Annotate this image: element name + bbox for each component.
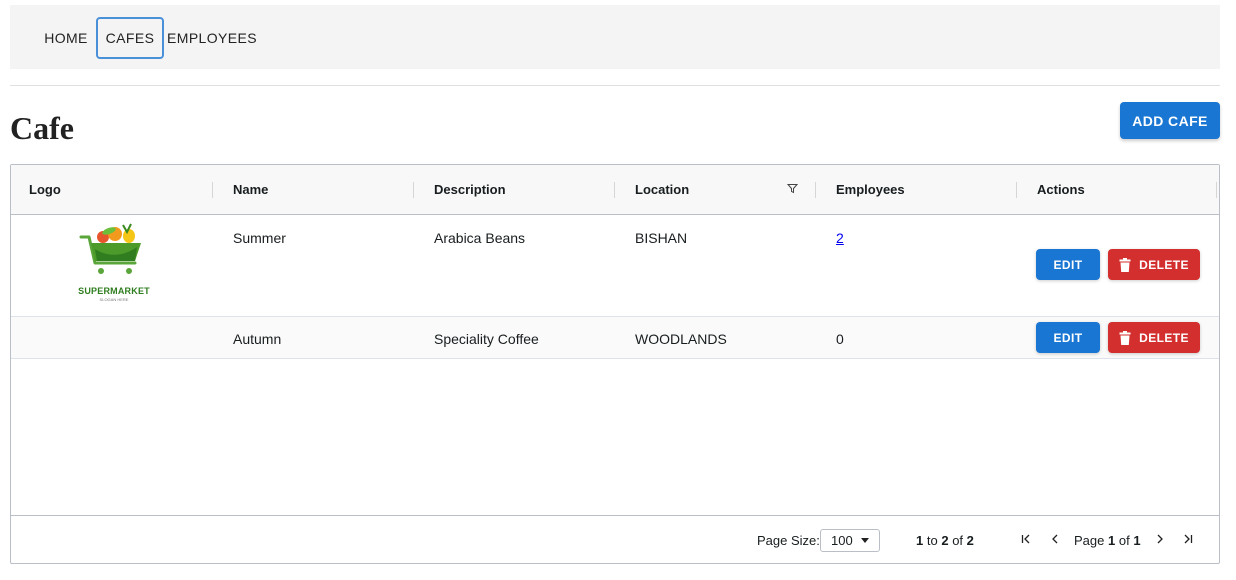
- delete-label: DELETE: [1139, 330, 1189, 345]
- column-header-location[interactable]: Location: [635, 165, 689, 214]
- chevron-down-icon: [861, 538, 869, 543]
- nav-employees-button[interactable]: EMPLOYEES: [166, 17, 258, 59]
- cell-employees: 0: [836, 331, 844, 347]
- page-title: Cafe: [10, 110, 74, 146]
- cafe-logo: SUPERMARKET SLOGAN HERE: [78, 223, 150, 303]
- grid-header: Logo Name Description Location Employees…: [11, 165, 1219, 215]
- edit-button[interactable]: EDIT: [1036, 249, 1100, 280]
- cell-description: Arabica Beans: [434, 230, 526, 246]
- navbar: HOME CAFES EMPLOYEES: [10, 5, 1220, 69]
- column-resize-handle[interactable]: [614, 182, 615, 198]
- cell-description: Speciality Coffee: [434, 331, 539, 347]
- shopping-cart-icon: [79, 223, 141, 274]
- last-page-icon[interactable]: [1180, 531, 1196, 547]
- employees-link[interactable]: 2: [836, 230, 844, 246]
- previous-page-icon[interactable]: [1047, 531, 1063, 547]
- trash-icon: [1119, 330, 1131, 345]
- first-page-icon[interactable]: [1018, 531, 1034, 547]
- page-size-value: 100: [831, 533, 853, 548]
- cell-location: WOODLANDS: [635, 331, 727, 347]
- logo-text: SUPERMARKET: [78, 286, 150, 296]
- column-resize-handle[interactable]: [413, 182, 414, 198]
- cafe-grid: Logo Name Description Location Employees…: [10, 164, 1220, 564]
- edit-button[interactable]: EDIT: [1036, 322, 1100, 353]
- table-row[interactable]: Autumn Speciality Coffee WOODLANDS 0 EDI…: [11, 317, 1219, 359]
- page-size-select[interactable]: 100: [820, 529, 880, 552]
- delete-label: DELETE: [1139, 257, 1189, 272]
- nav-cafes-button[interactable]: CAFES: [96, 17, 164, 59]
- logo-slogan: SLOGAN HERE: [99, 297, 129, 302]
- row-summary: 1 to 2 of 2: [916, 533, 974, 548]
- page-size-label: Page Size:: [757, 533, 820, 548]
- column-header-logo[interactable]: Logo: [29, 165, 61, 214]
- nav-home-button[interactable]: HOME: [38, 17, 94, 59]
- trash-icon: [1119, 257, 1131, 272]
- column-header-employees[interactable]: Employees: [836, 165, 905, 214]
- column-header-name[interactable]: Name: [233, 165, 268, 214]
- divider: [10, 85, 1220, 86]
- table-row[interactable]: SUPERMARKET SLOGAN HERE Summer Arabica B…: [11, 215, 1219, 317]
- delete-button[interactable]: DELETE: [1108, 322, 1200, 353]
- delete-button[interactable]: DELETE: [1108, 249, 1200, 280]
- column-resize-handle[interactable]: [1216, 182, 1217, 198]
- filter-icon[interactable]: [787, 183, 798, 194]
- next-page-icon[interactable]: [1152, 531, 1168, 547]
- add-cafe-button[interactable]: ADD CAFE: [1120, 102, 1220, 139]
- column-resize-handle[interactable]: [1016, 182, 1017, 198]
- column-header-actions[interactable]: Actions: [1037, 165, 1085, 214]
- pagination-bar: Page Size: 100 1 to 2 of 2 Page 1 of 1: [11, 515, 1219, 564]
- column-header-description[interactable]: Description: [434, 165, 506, 214]
- cell-name: Autumn: [233, 331, 282, 347]
- cell-location: BISHAN: [635, 230, 688, 246]
- column-resize-handle[interactable]: [815, 182, 816, 198]
- column-resize-handle[interactable]: [212, 182, 213, 198]
- cell-name: Summer: [233, 230, 286, 246]
- page-indicator: Page 1 of 1: [1074, 533, 1141, 548]
